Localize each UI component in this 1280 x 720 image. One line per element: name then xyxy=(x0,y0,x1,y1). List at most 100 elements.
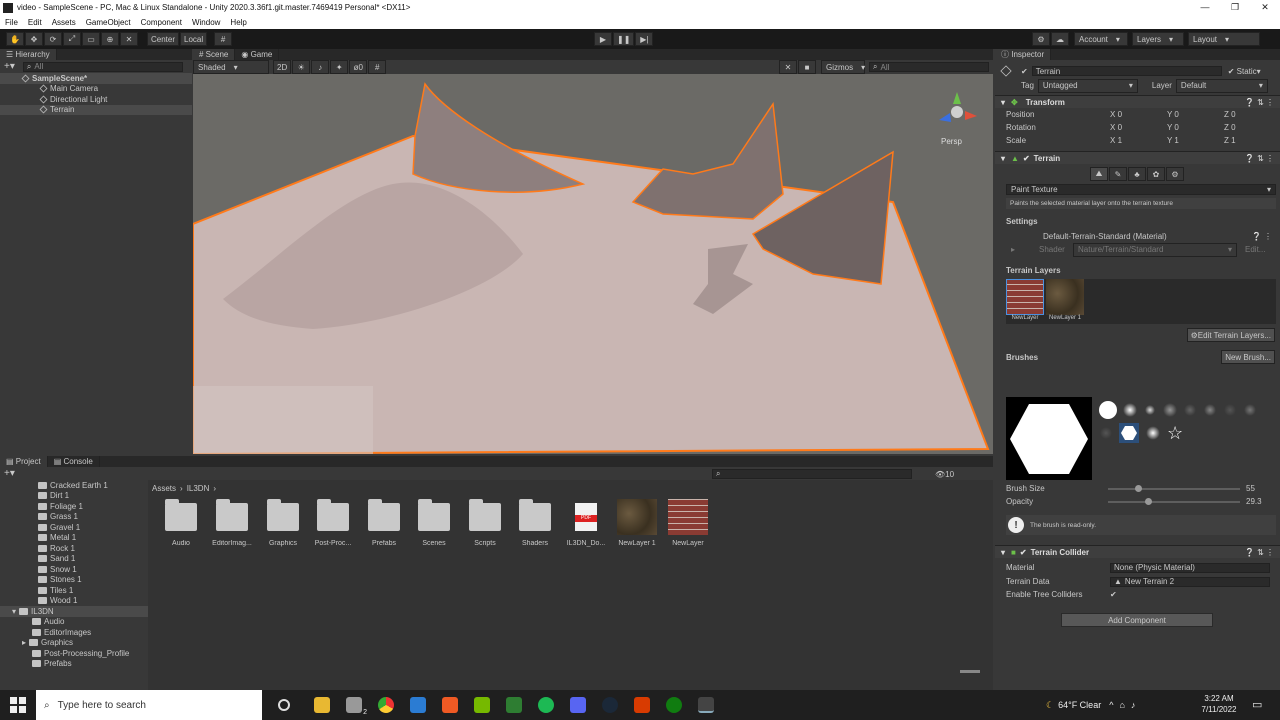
shading-mode-dropdown[interactable]: Shaded xyxy=(193,60,269,74)
app-icon[interactable]: 2 xyxy=(346,697,367,716)
network-icon[interactable]: ⌂ xyxy=(1119,700,1124,710)
active-checkbox[interactable]: ✔ xyxy=(1021,67,1028,76)
component-menu-icon[interactable]: ❔ ⇅ ⋮ xyxy=(1245,154,1274,163)
add-icon[interactable]: +▾ xyxy=(4,61,15,72)
tree-item[interactable]: Post-Processing_Profile xyxy=(44,649,129,658)
windows-start-icon[interactable] xyxy=(10,697,26,713)
tree-item[interactable]: Graphics xyxy=(41,638,73,647)
asset-scenes[interactable]: Scenes xyxy=(409,499,459,547)
asset-audio[interactable]: Audio xyxy=(156,499,206,547)
visibility-toggle-icon[interactable]: ø0 xyxy=(349,60,368,74)
spotify-icon[interactable] xyxy=(538,697,554,713)
menu-gameobject[interactable]: GameObject xyxy=(86,18,131,27)
tree-item[interactable]: Sand 1 xyxy=(50,554,75,563)
brush-circle-small[interactable] xyxy=(1143,403,1157,417)
lighting-toggle-icon[interactable]: ☀ xyxy=(292,60,311,74)
slider-thumb[interactable] xyxy=(1144,497,1152,505)
tree-item[interactable]: Wood 1 xyxy=(50,596,77,605)
brush-dots[interactable] xyxy=(1183,403,1197,417)
asset-postprocessing[interactable]: Post-Proc... xyxy=(308,499,358,547)
transform-tool-icon[interactable]: ⊕ xyxy=(101,32,119,46)
hierarchy-item-directional-light[interactable]: Directional Light xyxy=(0,94,192,105)
cloud-icon[interactable]: ☁ xyxy=(1051,32,1069,46)
xbox-icon[interactable] xyxy=(666,697,682,713)
terrain-collider-header[interactable]: ▾ ■ ✔ Terrain Collider ❔ ⇅ ⋮ xyxy=(995,545,1280,558)
audio-toggle-icon[interactable]: ♪ xyxy=(311,60,330,74)
asset-scripts[interactable]: Scripts xyxy=(460,499,510,547)
terrain-layer-brick[interactable]: NewLayer xyxy=(1006,279,1044,324)
collider-material-field[interactable]: None (Physic Material) xyxy=(1110,562,1270,573)
tab-scene[interactable]: # Scene xyxy=(193,49,236,60)
menu-help[interactable]: Help xyxy=(230,18,246,27)
hierarchy-item-main-camera[interactable]: Main Camera xyxy=(0,84,192,95)
chrome-icon[interactable] xyxy=(378,697,394,713)
menu-component[interactable]: Component xyxy=(141,18,182,27)
tab-project[interactable]: ▤ Project xyxy=(0,456,48,467)
opacity-slider[interactable] xyxy=(1108,497,1240,505)
paint-details-icon[interactable]: ✿ xyxy=(1147,167,1165,181)
position-y[interactable]: 0 xyxy=(1174,110,1178,119)
rotation-z[interactable]: 0 xyxy=(1231,123,1235,132)
object-name-field[interactable]: Terrain xyxy=(1031,66,1222,76)
tab-inspector[interactable]: ⓘ Inspector xyxy=(995,49,1052,60)
brush-splatter[interactable] xyxy=(1203,403,1217,417)
mail-icon[interactable] xyxy=(410,697,426,713)
tree-item[interactable]: Cracked Earth 1 xyxy=(50,481,108,490)
hidden-packages-count[interactable]: 👁10 xyxy=(935,470,954,479)
tree-item[interactable]: Grass 1 xyxy=(50,512,78,521)
add-component-button[interactable]: Add Component xyxy=(1061,613,1213,627)
brave-icon[interactable] xyxy=(442,697,458,713)
tree-item[interactable]: IL3DN xyxy=(31,607,54,616)
tag-dropdown[interactable]: Untagged xyxy=(1037,78,1138,93)
rect-tool-icon[interactable]: ▭ xyxy=(82,32,100,46)
app-green-icon[interactable] xyxy=(506,697,522,713)
terrain-data-field[interactable]: ▲ New Terrain 2 xyxy=(1110,576,1270,587)
hierarchy-item-terrain[interactable]: Terrain xyxy=(0,104,192,115)
tree-colliders-checkbox[interactable]: ✔ xyxy=(1110,590,1117,599)
rotation-y[interactable]: 0 xyxy=(1174,123,1178,132)
file-explorer-icon[interactable] xyxy=(314,697,330,713)
rotation-x[interactable]: 0 xyxy=(1118,123,1122,132)
brush-noise[interactable] xyxy=(1223,403,1237,417)
gizmos-dropdown[interactable]: Gizmos xyxy=(821,60,865,74)
tree-item[interactable]: Prefabs xyxy=(44,659,72,668)
unity-taskbar-icon[interactable] xyxy=(698,697,714,713)
terrain-header[interactable]: ▾ ▲ ✔ Terrain ❔ ⇅ ⋮ xyxy=(995,151,1280,164)
play-button[interactable]: ▶ xyxy=(594,32,612,46)
menu-assets[interactable]: Assets xyxy=(52,18,76,27)
terrain-settings-icon[interactable]: ⚙ xyxy=(1166,167,1184,181)
menu-window[interactable]: Window xyxy=(192,18,220,27)
minimize-icon[interactable]: — xyxy=(1190,0,1220,15)
tree-item[interactable]: Audio xyxy=(44,617,64,626)
menu-edit[interactable]: Edit xyxy=(28,18,42,27)
weather-text[interactable]: 64°F Clear xyxy=(1058,700,1101,710)
camera-icon[interactable]: ■ xyxy=(798,60,816,74)
scale-x[interactable]: 1 xyxy=(1118,136,1122,145)
notifications-icon[interactable]: ▭ xyxy=(1252,698,1262,711)
hand-tool-icon[interactable]: ✋ xyxy=(6,32,24,46)
terrain-material[interactable]: Default-Terrain-Standard (Material) xyxy=(1043,232,1252,241)
brush-fade[interactable] xyxy=(1099,426,1113,440)
expand-arrow-icon[interactable]: ▸ xyxy=(1011,245,1015,254)
grid-snap-icon[interactable]: # xyxy=(214,32,233,46)
brush-starburst[interactable] xyxy=(1145,425,1161,441)
scene-root-item[interactable]: SampleScene* xyxy=(0,73,192,84)
account-dropdown[interactable]: Account xyxy=(1074,32,1128,46)
hierarchy-search-input[interactable]: ⌕ All xyxy=(22,61,183,72)
clock[interactable]: 3:22 AM 7/11/2022 xyxy=(1194,693,1244,715)
material-menu-icon[interactable]: ❔ ⋮ xyxy=(1252,232,1272,241)
asset-newlayer-1[interactable]: NewLayer 1 xyxy=(612,499,662,547)
collider-enabled-checkbox[interactable]: ✔ xyxy=(1020,548,1027,557)
scene-viewport[interactable]: Persp xyxy=(193,74,993,454)
foldout-arrow-icon[interactable]: ▾ xyxy=(1001,548,1005,557)
expand-arrow-icon[interactable]: ▾ xyxy=(12,607,16,616)
raise-terrain-icon[interactable]: ⛰ xyxy=(1090,167,1108,181)
toggle-2d-button[interactable]: 2D xyxy=(273,60,292,74)
layout-dropdown[interactable]: Layout xyxy=(1188,32,1260,46)
shader-edit-button[interactable]: Edit... xyxy=(1245,245,1265,254)
shader-dropdown[interactable]: Nature/Terrain/Standard xyxy=(1073,242,1238,257)
steam-icon[interactable] xyxy=(602,697,618,713)
brush-circle-soft[interactable] xyxy=(1123,403,1137,417)
step-button[interactable]: ▶| xyxy=(635,32,654,46)
tab-game[interactable]: ◉ Game xyxy=(235,49,280,60)
